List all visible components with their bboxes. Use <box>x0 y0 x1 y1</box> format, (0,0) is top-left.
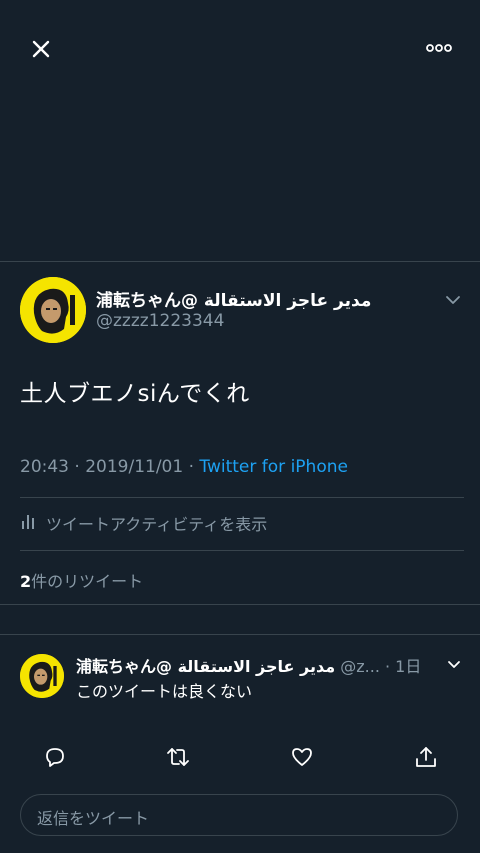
share-icon[interactable] <box>413 744 439 770</box>
tweet-activity-link[interactable]: ツイートアクティビティを表示 <box>20 511 267 535</box>
divider <box>20 550 464 551</box>
retweet-number: 2 <box>20 572 32 591</box>
retweet-icon[interactable] <box>165 744 191 770</box>
reply-compose-placeholder: 返信をツイート <box>37 809 150 828</box>
reply-age: · 1日 <box>385 657 422 676</box>
divider <box>0 261 480 262</box>
avatar[interactable] <box>20 277 86 343</box>
divider <box>20 497 464 498</box>
retweet-count[interactable]: 2件のリツイート <box>20 568 143 592</box>
author-name[interactable]: 浦転ちゃん@ مدير عاجز الاستقالة <box>96 286 371 311</box>
analytics-icon <box>20 512 36 534</box>
reply-author-handle[interactable]: @z... <box>340 657 380 676</box>
chevron-down-icon[interactable] <box>446 656 462 668</box>
reply-author-name[interactable]: 浦転ちゃん@ مدير عاجز الاستقالة <box>76 657 335 676</box>
tweet-activity-label: ツイートアクティビティを表示 <box>46 515 268 534</box>
tweet-text: 土人ブエノsiんでくれ <box>20 381 250 407</box>
tweet-source-link[interactable]: Twitter for iPhone <box>199 457 348 477</box>
tweet-time: 20:43 · 2019/11/01 · <box>20 457 200 477</box>
heart-icon[interactable] <box>289 744 315 770</box>
divider <box>0 634 480 635</box>
close-icon[interactable] <box>28 36 54 62</box>
reply-icon[interactable] <box>42 744 68 770</box>
tweet-timestamp: 20:43 · 2019/11/01 · Twitter for iPhone <box>20 457 348 477</box>
reply-header: 浦転ちゃん@ مدير عاجز الاستقالة @z... · 1日 <box>76 653 421 677</box>
reply-text: このツイートは良くない <box>76 682 253 701</box>
reply-avatar[interactable] <box>20 654 64 698</box>
chevron-down-icon[interactable] <box>444 292 462 306</box>
author-handle[interactable]: @zzzz1223344 <box>96 311 224 331</box>
retweet-label: 件のリツイート <box>31 572 144 591</box>
reply-compose-input[interactable]: 返信をツイート <box>20 794 458 836</box>
divider <box>0 604 480 605</box>
more-horizontal-icon[interactable] <box>424 38 454 58</box>
top-bar <box>0 0 480 100</box>
